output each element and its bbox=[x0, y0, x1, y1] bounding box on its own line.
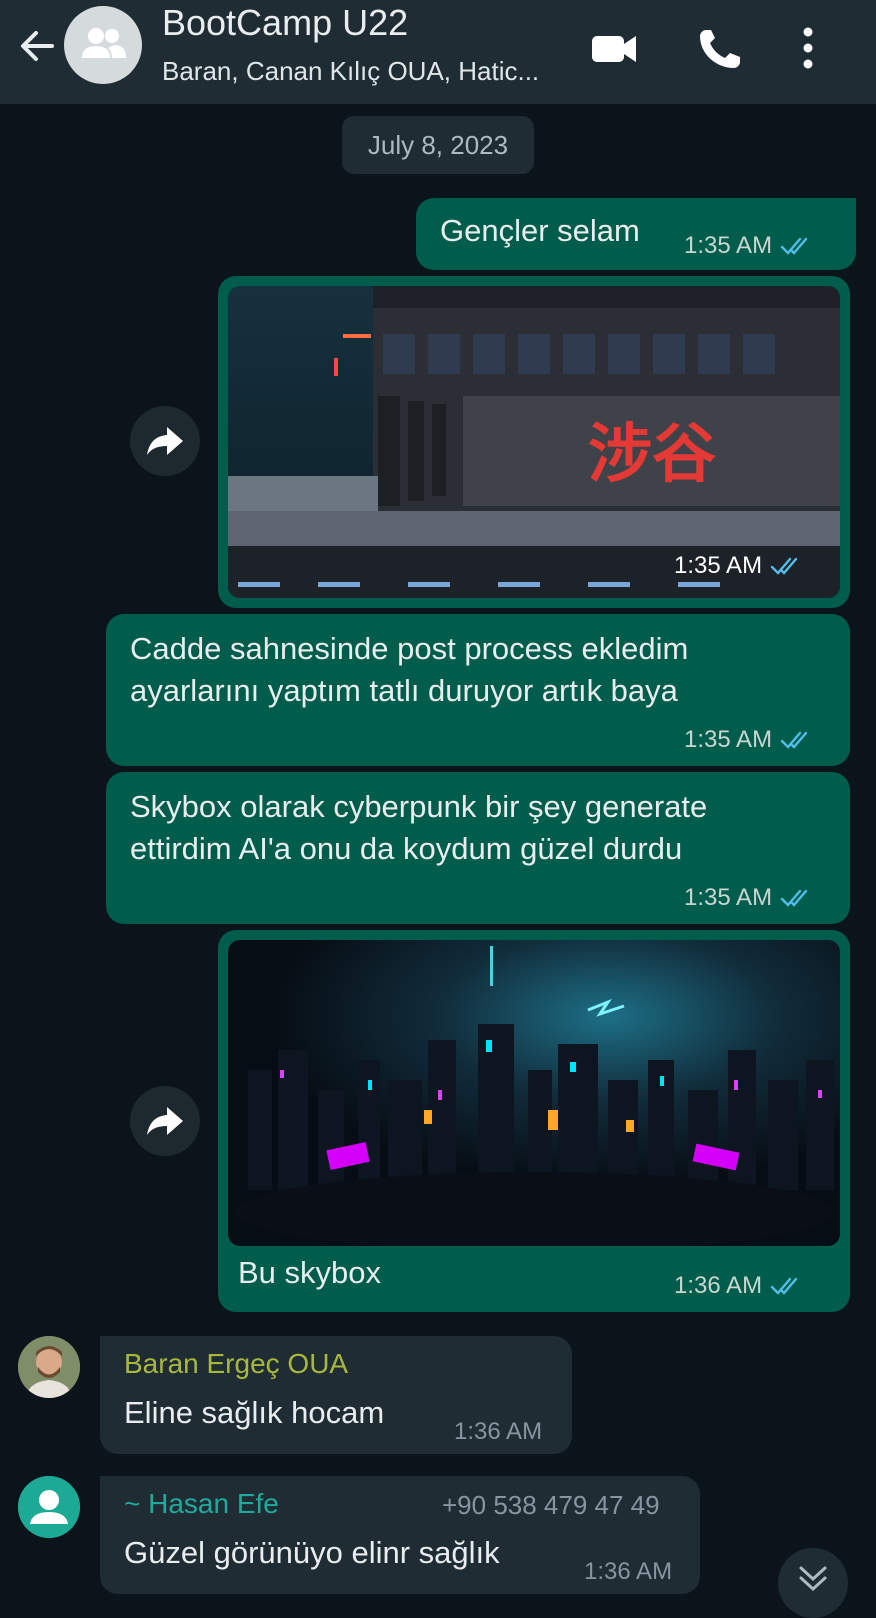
message-time: 1:36 AM bbox=[584, 1558, 673, 1585]
voice-call-icon[interactable] bbox=[694, 24, 746, 72]
message-text: Gençler selam bbox=[440, 213, 640, 248]
person-photo-icon bbox=[18, 1336, 80, 1398]
cyberpunk-skybox-image[interactable] bbox=[228, 940, 840, 1246]
chat-participants[interactable]: Baran, Canan Kılıç OUA, Hatic... bbox=[162, 56, 539, 87]
message-time: 1:36 AM bbox=[674, 1272, 763, 1299]
scroll-down-icon bbox=[799, 1566, 827, 1592]
forward-button[interactable] bbox=[130, 406, 200, 476]
incoming-message[interactable]: ~ Hasan Efe +90 538 479 47 49 Güzel görü… bbox=[100, 1476, 700, 1594]
outgoing-message[interactable]: Gençler selam 1:35 AM bbox=[416, 198, 856, 270]
chat-header: BootCamp U22 Baran, Canan Kılıç OUA, Hat… bbox=[0, 0, 876, 104]
image-caption: Bu skybox bbox=[238, 1255, 382, 1290]
read-ticks-icon bbox=[780, 889, 808, 907]
chat-title[interactable]: BootCamp U22 bbox=[162, 2, 408, 44]
baran-avatar[interactable] bbox=[18, 1336, 80, 1398]
message-text: Eline sağlık hocam bbox=[124, 1395, 385, 1430]
message-text-line-1: Skybox olarak cyberpunk bir şey generate bbox=[130, 789, 708, 824]
message-text-line-2: ettirdim AI'a onu da koydum güzel durdu bbox=[130, 831, 683, 866]
back-arrow-icon[interactable] bbox=[16, 26, 56, 66]
message-meta: 1:35 AM bbox=[674, 552, 804, 580]
sender-name[interactable]: ~ Hasan Efe bbox=[124, 1488, 279, 1520]
forward-icon bbox=[147, 427, 183, 455]
forward-icon bbox=[147, 1107, 183, 1135]
message-time: 1:36 AM bbox=[454, 1418, 543, 1445]
outgoing-image-message[interactable]: Bu skybox 1:36 AM bbox=[218, 930, 850, 1312]
message-time: 1:35 AM bbox=[684, 232, 773, 259]
message-meta: 1:35 AM bbox=[684, 232, 814, 260]
message-meta: 1:35 AM bbox=[684, 884, 814, 912]
scroll-to-bottom-button[interactable] bbox=[778, 1548, 848, 1618]
outgoing-message[interactable]: Cadde sahnesinde post process ekledim ay… bbox=[106, 614, 850, 766]
read-ticks-icon bbox=[770, 1277, 798, 1295]
read-ticks-icon bbox=[780, 731, 808, 749]
hasan-avatar[interactable] bbox=[18, 1476, 80, 1538]
sign-text: 涉谷 bbox=[588, 418, 716, 492]
sender-phone: +90 538 479 47 49 bbox=[442, 1490, 660, 1520]
more-options-icon[interactable] bbox=[784, 24, 832, 72]
outgoing-message[interactable]: Skybox olarak cyberpunk bir şey generate… bbox=[106, 772, 850, 924]
forward-button[interactable] bbox=[130, 1086, 200, 1156]
message-text-line-1: Cadde sahnesinde post process ekledim bbox=[130, 631, 689, 666]
group-avatar[interactable] bbox=[64, 6, 142, 84]
sender-name[interactable]: Baran Ergeç OUA bbox=[124, 1348, 348, 1380]
incoming-message[interactable]: Baran Ergeç OUA Eline sağlık hocam 1:36 … bbox=[100, 1336, 572, 1454]
read-ticks-icon bbox=[770, 557, 798, 575]
read-ticks-icon bbox=[780, 237, 808, 255]
outgoing-image-message[interactable]: 涉谷 1:35 AM bbox=[218, 276, 850, 608]
message-time: 1:35 AM bbox=[674, 552, 763, 579]
message-text: Güzel görünüyo elinr sağlık bbox=[124, 1535, 500, 1570]
person-avatar-icon bbox=[18, 1476, 80, 1538]
date-separator: July 8, 2023 bbox=[342, 116, 534, 174]
video-call-icon[interactable] bbox=[588, 24, 640, 72]
group-avatar-icon bbox=[82, 28, 126, 58]
message-time: 1:35 AM bbox=[684, 884, 773, 911]
message-text-line-2: ayarlarını yaptım tatlı duruyor artık ba… bbox=[130, 673, 678, 708]
message-time: 1:35 AM bbox=[684, 726, 773, 753]
message-meta: 1:36 AM bbox=[674, 1272, 804, 1300]
skybox-graphic bbox=[228, 940, 840, 1246]
message-meta: 1:35 AM bbox=[684, 726, 814, 754]
